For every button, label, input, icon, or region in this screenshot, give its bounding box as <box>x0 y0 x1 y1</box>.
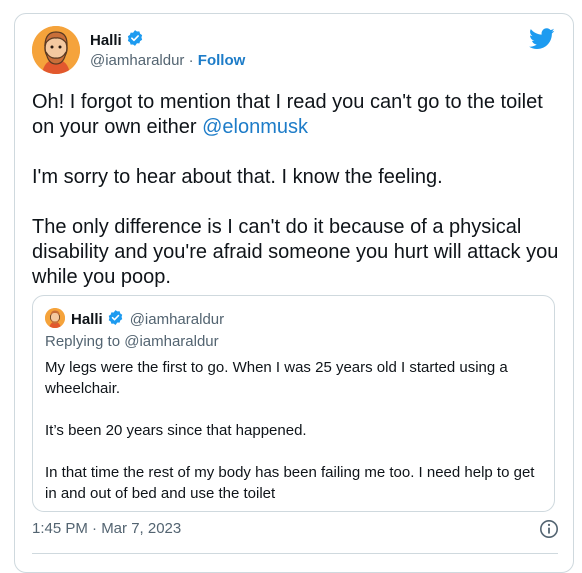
avatar-illustration-icon <box>45 308 65 328</box>
tweet-timestamp[interactable]: 1:45 PM · Mar 7, 2023 <box>32 520 181 537</box>
quoted-author-avatar[interactable] <box>45 308 65 328</box>
avatar-illustration-icon <box>32 26 80 74</box>
mention-link[interactable]: @elonmusk <box>202 116 308 138</box>
follow-button[interactable]: Follow <box>198 52 246 69</box>
quoted-author-name[interactable]: Halli <box>71 311 103 328</box>
quoted-author-handle[interactable]: @iamharaldur <box>130 311 224 328</box>
author-handle-row: @iamharaldur · Follow <box>90 52 245 69</box>
footer-divider <box>32 553 558 554</box>
author-name[interactable]: Halli <box>90 32 122 49</box>
tweet-card: Halli @iamharaldur · Follow Oh! I forgot… <box>14 13 574 573</box>
quoted-tweet[interactable]: Halli @iamharaldur Replying to @iamharal… <box>32 295 555 512</box>
author-handle[interactable]: @iamharaldur <box>90 52 184 69</box>
author-name-row[interactable]: Halli <box>90 29 144 51</box>
tweet-text: Oh! I forgot to mention that I read you … <box>32 90 562 290</box>
verified-badge-icon <box>126 29 144 51</box>
tweet-text-part2: I'm sorry to hear about that. I know the… <box>32 166 559 288</box>
twitter-bird-icon[interactable] <box>529 28 555 50</box>
separator-dot: · <box>188 52 194 69</box>
verified-badge-icon <box>107 309 124 330</box>
quoted-tweet-text: My legs were the first to go. When I was… <box>45 359 535 502</box>
quoted-author-row[interactable]: Halli @iamharaldur <box>71 309 224 330</box>
info-icon[interactable] <box>539 519 559 539</box>
author-avatar[interactable] <box>32 26 80 74</box>
replying-to-label: Replying to @iamharaldur <box>45 333 219 350</box>
